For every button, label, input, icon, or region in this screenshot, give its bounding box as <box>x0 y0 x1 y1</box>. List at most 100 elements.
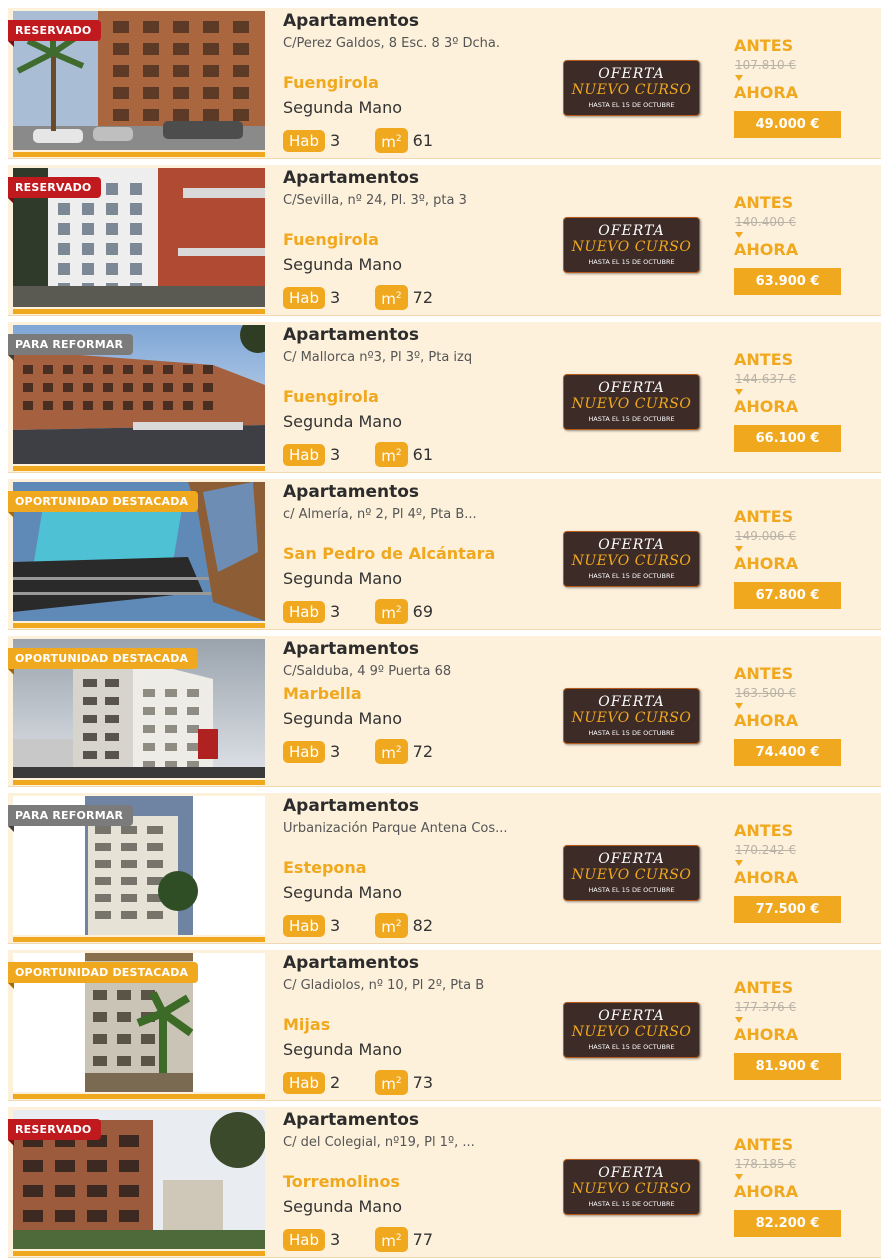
current-price[interactable]: 74.400 € <box>734 739 841 766</box>
property-type[interactable]: Apartamentos <box>283 168 419 188</box>
offer-subtitle: NUEVO CURSO <box>571 396 692 412</box>
status-ribbon: PARA REFORMAR <box>8 334 134 361</box>
area-unit-exponent: 2 <box>395 134 402 144</box>
property-address: C/Perez Galdos, 8 Esc. 8 3º Dcha. <box>283 36 500 51</box>
arrow-down-icon <box>735 75 743 81</box>
offer-title: OFERTA <box>598 694 665 710</box>
area-unit: m <box>381 447 396 465</box>
property-features: Hab 3 m2 82 <box>283 913 433 938</box>
area-badge: m2 <box>375 1070 408 1095</box>
old-price: 178.185 € <box>735 1157 797 1171</box>
property-condition: Segunda Mano <box>283 1197 403 1216</box>
old-price: 177.376 € <box>735 1000 797 1014</box>
status-ribbon: RESERVADO <box>8 20 102 47</box>
property-features: Hab 3 m2 61 <box>283 442 433 467</box>
area-value: 69 <box>412 602 433 621</box>
offer-title: OFERTA <box>598 223 665 239</box>
property-address: c/ Almería, nº 2, Pl 4º, Pta B... <box>283 507 477 522</box>
status-ribbon: PARA REFORMAR <box>8 805 134 832</box>
current-price[interactable]: 82.200 € <box>734 1210 841 1237</box>
current-price[interactable]: 49.000 € <box>734 111 841 138</box>
offer-subtitle: NUEVO CURSO <box>571 1181 692 1197</box>
photo-underline <box>13 466 265 471</box>
offer-badge: OFERTA NUEVO CURSO HASTA EL 15 DE OCTUBR… <box>563 1159 700 1215</box>
property-address: Urbanización Parque Antena Cos... <box>283 821 508 836</box>
property-city[interactable]: Marbella <box>283 684 362 703</box>
property-condition: Segunda Mano <box>283 883 403 902</box>
current-price[interactable]: 66.100 € <box>734 425 841 452</box>
old-price: 144.637 € <box>735 372 797 386</box>
listing-item[interactable]: RESERVADO Apartamentos C/Sevilla, nº 24,… <box>8 165 881 316</box>
listing-item[interactable]: OPORTUNIDAD DESTACADA Apartamentos C/ Gl… <box>8 950 881 1101</box>
listing-item[interactable]: PARA REFORMAR Apartamentos Urbanización … <box>8 793 881 944</box>
property-city[interactable]: Fuengirola <box>283 230 379 249</box>
rooms-value: 3 <box>330 1230 341 1249</box>
area-unit: m <box>381 1232 396 1250</box>
property-features: Hab 3 m2 61 <box>283 128 433 153</box>
property-city[interactable]: Mijas <box>283 1015 330 1034</box>
offer-title: OFERTA <box>598 1008 665 1024</box>
offer-title: OFERTA <box>598 380 665 396</box>
property-type[interactable]: Apartamentos <box>283 1110 419 1130</box>
offer-deadline: HASTA EL 15 DE OCTUBRE <box>588 1200 675 1208</box>
property-city[interactable]: Estepona <box>283 858 367 877</box>
property-type[interactable]: Apartamentos <box>283 325 419 345</box>
property-type[interactable]: Apartamentos <box>283 953 419 973</box>
property-type[interactable]: Apartamentos <box>283 639 419 659</box>
area-badge: m2 <box>375 739 408 764</box>
area-value: 82 <box>412 916 433 935</box>
listing-item[interactable]: OPORTUNIDAD DESTACADA Apartamentos c/ Al… <box>8 479 881 630</box>
offer-deadline: HASTA EL 15 DE OCTUBRE <box>588 1043 675 1051</box>
property-condition: Segunda Mano <box>283 98 403 117</box>
area-value: 77 <box>412 1230 433 1249</box>
old-price: 170.242 € <box>735 843 797 857</box>
offer-badge: OFERTA NUEVO CURSO HASTA EL 15 DE OCTUBR… <box>563 531 700 587</box>
current-price[interactable]: 67.800 € <box>734 582 841 609</box>
area-value: 72 <box>412 288 433 307</box>
property-condition: Segunda Mano <box>283 709 403 728</box>
current-price[interactable]: 77.500 € <box>734 896 841 923</box>
area-unit: m <box>381 1075 396 1093</box>
area-unit: m <box>381 133 396 151</box>
offer-deadline: HASTA EL 15 DE OCTUBRE <box>588 101 675 109</box>
offer-deadline: HASTA EL 15 DE OCTUBRE <box>588 572 675 580</box>
offer-title: OFERTA <box>598 851 665 867</box>
property-type[interactable]: Apartamentos <box>283 482 419 502</box>
property-type[interactable]: Apartamentos <box>283 11 419 31</box>
area-badge: m2 <box>375 442 408 467</box>
before-label: ANTES <box>734 664 794 683</box>
old-price: 140.400 € <box>735 215 797 229</box>
area-unit-exponent: 2 <box>395 605 402 615</box>
area-unit-exponent: 2 <box>395 1076 402 1086</box>
now-label: AHORA <box>734 711 799 730</box>
property-type[interactable]: Apartamentos <box>283 796 419 816</box>
area-badge: m2 <box>375 599 408 624</box>
area-unit: m <box>381 290 396 308</box>
listing-item[interactable]: OPORTUNIDAD DESTACADA Apartamentos C/Sal… <box>8 636 881 787</box>
property-condition: Segunda Mano <box>283 412 403 431</box>
photo-underline <box>13 1094 265 1099</box>
area-badge: m2 <box>375 285 408 310</box>
area-unit: m <box>381 918 396 936</box>
property-condition: Segunda Mano <box>283 1040 403 1059</box>
property-features: Hab 3 m2 72 <box>283 285 433 310</box>
rooms-badge: Hab <box>283 1228 325 1251</box>
listing-item[interactable]: PARA REFORMAR Apartamentos C/ Mallorca n… <box>8 322 881 473</box>
now-label: AHORA <box>734 397 799 416</box>
photo-underline <box>13 780 265 785</box>
offer-subtitle: NUEVO CURSO <box>571 553 692 569</box>
property-city[interactable]: Fuengirola <box>283 387 379 406</box>
current-price[interactable]: 63.900 € <box>734 268 841 295</box>
listing-item[interactable]: RESERVADO Apartamentos C/ del Colegial, … <box>8 1107 881 1258</box>
property-city[interactable]: San Pedro de Alcántara <box>283 544 495 563</box>
rooms-badge: Hab <box>283 740 325 763</box>
current-price[interactable]: 81.900 € <box>734 1053 841 1080</box>
property-city[interactable]: Fuengirola <box>283 73 379 92</box>
property-city[interactable]: Torremolinos <box>283 1172 400 1191</box>
listing-item[interactable]: RESERVADO Apartamentos C/Perez Galdos, 8… <box>8 8 881 159</box>
arrow-down-icon <box>735 1017 743 1023</box>
area-unit: m <box>381 604 396 622</box>
arrow-down-icon <box>735 1174 743 1180</box>
arrow-down-icon <box>735 703 743 709</box>
rooms-value: 3 <box>330 288 341 307</box>
